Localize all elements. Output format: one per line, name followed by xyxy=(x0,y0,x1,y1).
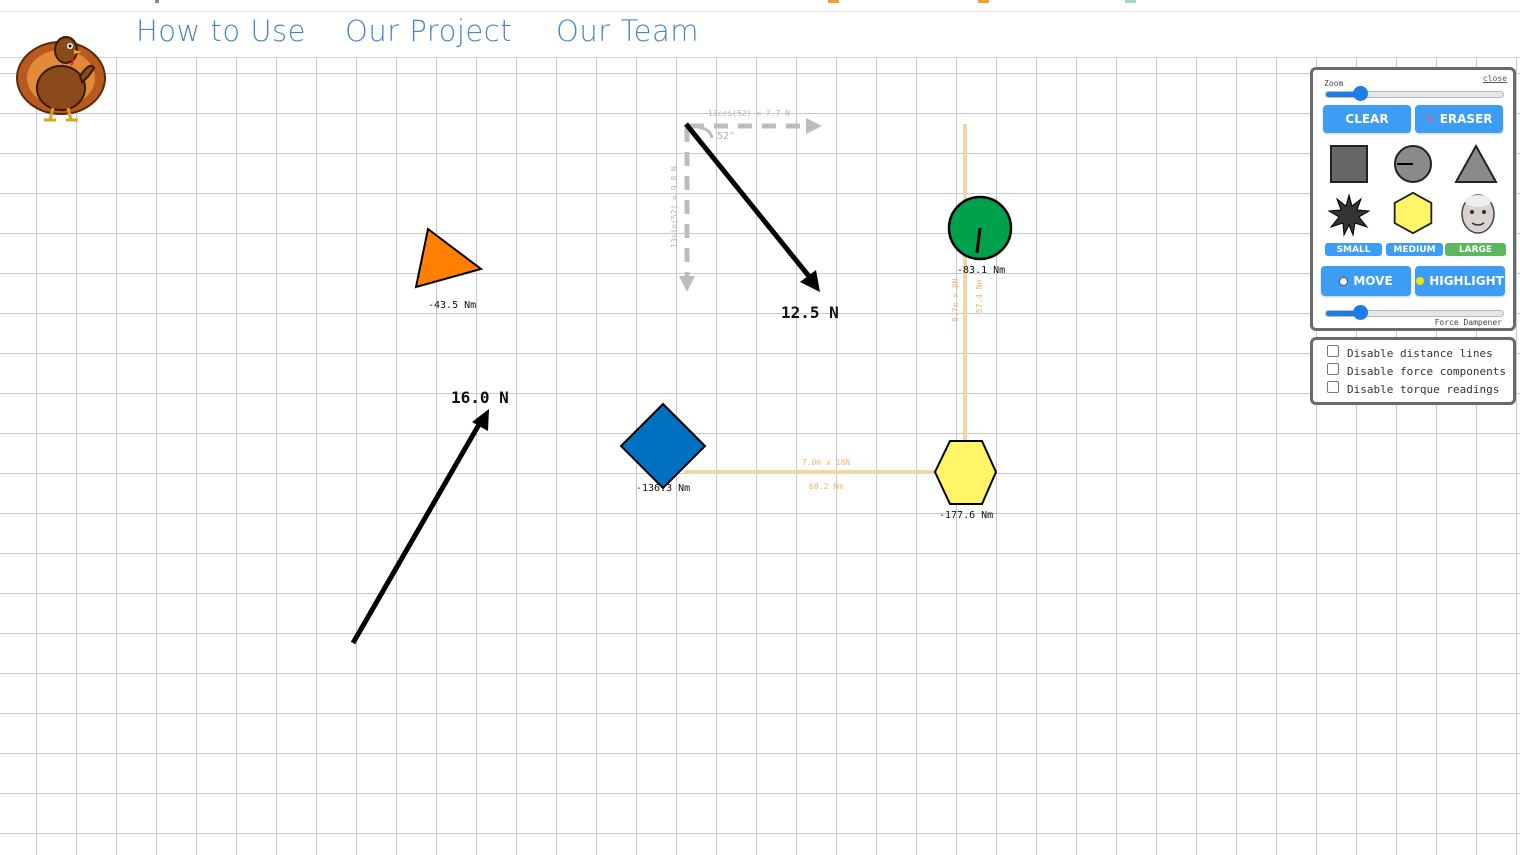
square-shape-icon[interactable] xyxy=(1327,142,1371,186)
turkey-logo[interactable] xyxy=(8,16,114,128)
triangle-object[interactable] xyxy=(414,227,484,289)
checkbox-distance-lines[interactable] xyxy=(1327,344,1339,357)
option-label: Disable torque readings xyxy=(1347,383,1500,396)
checkbox-torque-readings[interactable] xyxy=(1327,380,1339,393)
move-label: MOVE xyxy=(1353,274,1393,288)
size-small-button[interactable]: SMALL xyxy=(1325,243,1382,256)
strip-mark xyxy=(828,0,839,3)
header-strip xyxy=(0,0,1520,12)
size-medium-button[interactable]: MEDIUM xyxy=(1386,243,1443,256)
distance-torque-label-vertical: -57.4 Nm xyxy=(975,279,984,318)
force-arrowhead xyxy=(800,270,820,292)
tool-panel: Zoom close CLEAR ✎ ERASER SMALL MEDIUM L… xyxy=(1310,67,1516,331)
strip-mark xyxy=(155,0,159,3)
angle-label: 52° xyxy=(717,131,735,142)
nav-link-our-project[interactable]: Our Project xyxy=(345,14,512,48)
top-navigation: How to Use Our Project Our Team xyxy=(0,0,1520,58)
component-arrowhead-vertical xyxy=(679,276,695,292)
move-icon xyxy=(1339,276,1349,286)
force-dampener-label: Force Dampener xyxy=(1434,318,1502,327)
clear-button[interactable]: CLEAR xyxy=(1323,105,1411,133)
torque-reading-circle: -83.1 Nm xyxy=(957,265,1006,276)
component-label-horizontal: 13cos(52) = 7.7 N xyxy=(708,109,790,118)
face-shape-icon[interactable] xyxy=(1456,192,1500,236)
display-options: Disable distance lines Disable force com… xyxy=(1310,337,1516,405)
force-label: 12.5 N xyxy=(781,303,839,322)
force-arrow-shaft xyxy=(350,419,484,645)
nav-link-how-to-use[interactable]: How to Use xyxy=(136,14,306,48)
option-label: Disable distance lines xyxy=(1347,347,1493,360)
circle-shape-icon[interactable] xyxy=(1391,142,1435,186)
close-button[interactable]: close xyxy=(1483,74,1507,83)
component-arrowhead-horizontal xyxy=(806,118,822,134)
highlight-button[interactable]: HIGHLIGHT xyxy=(1415,266,1505,296)
nav-link-our-team[interactable]: Our Team xyxy=(556,14,699,48)
option-disable-distance-lines[interactable]: Disable distance lines xyxy=(1327,344,1493,360)
zoom-label: Zoom xyxy=(1324,79,1344,88)
eraser-button[interactable]: ✎ ERASER xyxy=(1415,105,1503,133)
hexagon-shape-icon[interactable] xyxy=(1391,191,1435,235)
eraser-icon: ✎ xyxy=(1425,112,1435,126)
clear-label: CLEAR xyxy=(1345,112,1389,126)
physics-canvas[interactable]: 7.0m x 18N 68.2 Nm 8.7m x 8N -57.4 Nm 52… xyxy=(0,0,1520,855)
zoom-slider[interactable] xyxy=(1325,86,1504,101)
torque-reading-diamond: -136.3 Nm xyxy=(636,483,691,494)
canvas-drawing: 7.0m x 18N 68.2 Nm 8.7m x 8N -57.4 Nm 52… xyxy=(350,109,1013,645)
diamond-object[interactable] xyxy=(619,402,707,490)
distance-label: 7.0m x 18N xyxy=(802,458,850,467)
zoom-slider-knob[interactable] xyxy=(1353,86,1368,101)
checkbox-force-components[interactable] xyxy=(1327,362,1339,375)
strip-mark xyxy=(1125,0,1136,3)
star-shape-icon[interactable] xyxy=(1327,193,1371,237)
triangle-shape-icon[interactable] xyxy=(1454,142,1498,186)
force-dampener-slider[interactable] xyxy=(1325,305,1504,320)
option-label: Disable force components xyxy=(1347,365,1506,378)
highlight-icon xyxy=(1416,277,1425,285)
dampener-slider-knob[interactable] xyxy=(1353,305,1368,320)
distance-label-vertical: 8.7m x 8N xyxy=(951,278,960,322)
eraser-label: ERASER xyxy=(1439,112,1493,126)
strip-mark xyxy=(978,0,989,3)
angle-arc xyxy=(699,126,714,139)
option-disable-torque-readings[interactable]: Disable torque readings xyxy=(1327,380,1500,396)
torque-reading-hexagon: -177.6 Nm xyxy=(939,510,994,521)
force-arrow-shaft xyxy=(684,122,814,282)
highlight-label: HIGHLIGHT xyxy=(1429,274,1504,288)
force-label: 16.0 N xyxy=(451,388,509,407)
component-label-vertical: 13sin(52) = 9.8 N xyxy=(670,166,679,248)
hexagon-object[interactable] xyxy=(933,440,998,505)
option-disable-force-components[interactable]: Disable force components xyxy=(1327,362,1506,378)
size-large-button[interactable]: LARGE xyxy=(1445,243,1506,256)
distance-torque-label: 68.2 Nm xyxy=(809,482,843,491)
move-button[interactable]: MOVE xyxy=(1321,266,1411,296)
torque-reading-triangle: -43.5 Nm xyxy=(428,300,477,311)
